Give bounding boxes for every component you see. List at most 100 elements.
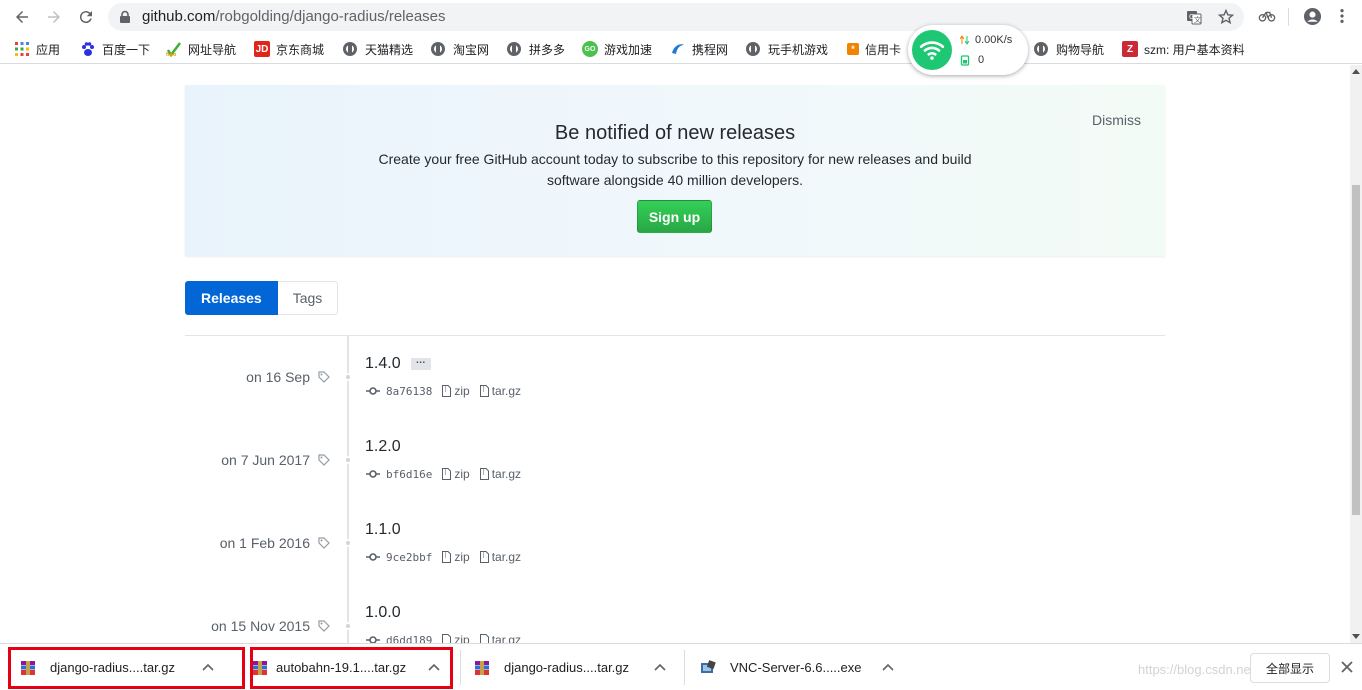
commit-sha-link[interactable]: 9ce2bbf: [386, 551, 432, 564]
winrar-archive-icon: [475, 660, 489, 675]
bookmark-taobao[interactable]: 淘宝网: [431, 40, 489, 58]
targz-download-link[interactable]: tar.gz: [479, 384, 522, 398]
apps-grid-icon: [15, 42, 29, 56]
scroll-up-arrow-icon[interactable]: [1352, 69, 1360, 74]
commit-icon: [366, 470, 380, 478]
releases-tags-switch: Releases Tags: [185, 281, 339, 315]
bookmarks-bar: 应用 百度一下 hao 网址导航 JD 京东商城 天猫精选 淘宝网 拼多多 GO…: [0, 34, 1362, 64]
back-button[interactable]: [10, 5, 34, 29]
release-item: on 7 Jun 2017 1.2.0 bf6d16e zip tar.gz: [185, 438, 1165, 508]
zotero-z-icon: Z: [1122, 41, 1138, 57]
bookmark-hao123[interactable]: hao 网址导航: [166, 40, 236, 58]
targz-label: tar.gz: [491, 384, 522, 398]
commit-sha-link[interactable]: bf6d16e: [386, 468, 432, 481]
release-version: 1.0.0: [365, 604, 401, 622]
bookmark-label: 百度一下: [102, 42, 151, 57]
release-version: 1.1.0: [365, 521, 401, 539]
reload-button[interactable]: [74, 5, 98, 29]
file-zip-icon: [442, 385, 452, 397]
tag-icon: [318, 454, 330, 466]
release-date: on 1 Feb 2016: [220, 535, 330, 551]
bookmark-label: szm: 用户基本资料: [1144, 42, 1245, 57]
star-icon[interactable]: [1218, 9, 1234, 25]
game-boost-icon: GO: [582, 41, 598, 57]
zip-download-link[interactable]: zip: [442, 467, 470, 481]
bookmark-credit-card[interactable]: * 信用卡: [847, 40, 901, 58]
commit-sha-link[interactable]: d6dd189: [386, 634, 432, 644]
scrollbar-thumb[interactable]: [1352, 185, 1360, 515]
release-meta: 9ce2bbf zip tar.gz: [366, 550, 531, 564]
download-separator: [460, 650, 461, 685]
scroll-down-arrow-icon[interactable]: [1352, 634, 1360, 639]
commit-sha-link[interactable]: 8a76138: [386, 385, 432, 398]
updown-arrows-icon: [960, 35, 970, 45]
bookmark-label: 购物导航: [1056, 42, 1105, 57]
banner-title: Be notified of new releases: [554, 122, 796, 144]
download-filename: django-radius....tar.gz: [504, 660, 630, 675]
zip-download-link[interactable]: zip: [442, 633, 470, 643]
zip-label: zip: [454, 384, 470, 398]
lock-icon: [120, 10, 130, 23]
zip-download-link[interactable]: zip: [442, 550, 470, 564]
release-date: on 16 Sep: [246, 369, 330, 385]
bookmark-label: 淘宝网: [453, 42, 490, 57]
banner-description: Create your free GitHub account today to…: [365, 149, 985, 191]
tab-tags[interactable]: Tags: [277, 281, 339, 315]
bookmark-label: 游戏加速: [604, 42, 653, 57]
installer-exe-icon: [701, 659, 716, 673]
translate-icon[interactable]: G文: [1186, 9, 1202, 25]
file-zip-icon: [442, 468, 452, 480]
file-zip-icon: [479, 634, 489, 643]
expand-ellipsis-button[interactable]: …: [410, 356, 431, 370]
bookmark-game-boost[interactable]: GO 游戏加速: [582, 40, 652, 58]
device-count: 0: [960, 54, 984, 66]
targz-download-link[interactable]: tar.gz: [479, 550, 521, 564]
globe-icon: [1034, 42, 1048, 56]
section-divider: [185, 335, 1165, 336]
show-all-downloads-button[interactable]: 全部显示: [1250, 653, 1330, 683]
network-speed-widget[interactable]: 0.00K/s 0: [908, 25, 1028, 75]
credit-card-icon: *: [847, 43, 859, 55]
bookmark-ctrip[interactable]: 携程网: [670, 40, 728, 58]
targz-download-link[interactable]: tar.gz: [479, 467, 521, 481]
signup-button[interactable]: Sign up: [637, 200, 712, 233]
phone-icon: [960, 54, 970, 66]
address-bar[interactable]: github.com/robgolding/django-radius/rele…: [108, 3, 1244, 31]
file-zip-icon: [442, 634, 452, 643]
bookmark-baidu[interactable]: 百度一下: [80, 40, 150, 58]
chevron-up-icon[interactable]: [654, 662, 666, 672]
bookmark-tmall[interactable]: 天猫精选: [343, 40, 413, 58]
chevron-up-icon[interactable]: [882, 662, 894, 672]
forward-button[interactable]: [42, 5, 66, 29]
svg-text:文: 文: [1194, 15, 1201, 24]
targz-label: tar.gz: [491, 633, 522, 643]
extension-bike-icon[interactable]: [1257, 6, 1277, 26]
release-date: on 15 Nov 2015: [211, 618, 330, 634]
arrow-left-icon: [16, 11, 28, 23]
bookmark-szm-profile[interactable]: Z szm: 用户基本资料: [1122, 40, 1245, 58]
download-item[interactable]: VNC-Server-6.6.....exe: [700, 644, 910, 690]
release-version-link[interactable]: 1.1.0: [365, 521, 401, 539]
close-icon[interactable]: [1340, 660, 1354, 674]
zip-download-link[interactable]: zip: [442, 384, 470, 398]
release-version-link[interactable]: 1.4.0: [365, 355, 401, 373]
hao123-icon: hao: [166, 42, 181, 57]
targz-download-link[interactable]: tar.gz: [479, 633, 522, 643]
profile-avatar-icon[interactable]: [1302, 6, 1322, 26]
release-date-text: on 16 Sep: [246, 369, 310, 385]
file-zip-icon: [479, 551, 489, 563]
bookmark-apps[interactable]: 应用: [14, 40, 60, 58]
release-item: on 15 Nov 2015 1.0.0 d6dd189 zip tar.gz: [185, 604, 1165, 643]
bookmark-pinduoduo[interactable]: 拼多多: [507, 40, 565, 58]
download-item[interactable]: django-radius....tar.gz: [474, 644, 684, 690]
bookmark-mobile-games[interactable]: 玩手机游戏: [746, 40, 828, 58]
menu-kebab-icon[interactable]: [1332, 6, 1352, 26]
arrow-right-icon: [48, 11, 60, 23]
page-scrollbar[interactable]: [1350, 65, 1362, 643]
release-version-link[interactable]: 1.2.0: [365, 438, 401, 456]
file-zip-icon: [442, 551, 452, 563]
bookmark-jd[interactable]: JD 京东商城: [254, 40, 324, 58]
release-version-link[interactable]: 1.0.0: [365, 604, 401, 622]
tab-releases[interactable]: Releases: [185, 281, 278, 315]
bookmark-shopping-nav[interactable]: 购物导航: [1034, 40, 1104, 58]
